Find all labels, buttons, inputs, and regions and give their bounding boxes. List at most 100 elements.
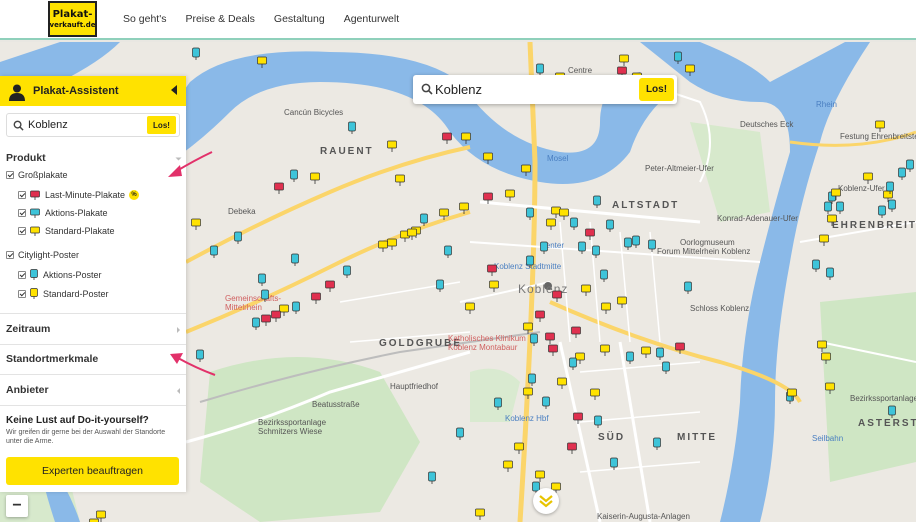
poster-pin[interactable] bbox=[271, 310, 281, 322]
nav-so-gehts[interactable]: So geht's bbox=[123, 13, 166, 25]
poster-pin[interactable] bbox=[530, 333, 538, 346]
checkbox-aktions-plakate[interactable] bbox=[18, 209, 26, 217]
poster-pin[interactable] bbox=[535, 310, 545, 322]
poster-pin[interactable] bbox=[626, 351, 634, 364]
poster-pin[interactable] bbox=[252, 317, 260, 330]
poster-pin[interactable] bbox=[619, 54, 629, 66]
poster-pin[interactable] bbox=[632, 235, 640, 248]
poster-pin[interactable] bbox=[552, 290, 562, 302]
filter-aktions-poster[interactable]: Aktions-Poster bbox=[18, 269, 102, 280]
poster-pin[interactable] bbox=[824, 201, 832, 214]
nav-gestaltung[interactable]: Gestaltung bbox=[274, 13, 325, 25]
poster-pin[interactable] bbox=[836, 201, 844, 214]
poster-pin[interactable] bbox=[407, 228, 417, 240]
poster-pin[interactable] bbox=[261, 314, 271, 326]
poster-pin[interactable] bbox=[528, 373, 536, 386]
poster-pin[interactable] bbox=[311, 292, 321, 304]
poster-pin[interactable] bbox=[442, 132, 452, 144]
poster-pin[interactable] bbox=[878, 205, 886, 218]
panel-search-button[interactable]: Los! bbox=[147, 116, 176, 134]
poster-pin[interactable] bbox=[234, 231, 242, 244]
poster-pin[interactable] bbox=[436, 279, 444, 292]
poster-pin[interactable] bbox=[656, 347, 664, 360]
poster-pin[interactable] bbox=[592, 245, 600, 258]
poster-pin[interactable] bbox=[548, 344, 558, 356]
poster-pin[interactable] bbox=[567, 442, 577, 454]
poster-pin[interactable] bbox=[674, 51, 682, 64]
poster-pin[interactable] bbox=[570, 217, 578, 230]
poster-pin[interactable] bbox=[191, 218, 201, 230]
poster-pin[interactable] bbox=[825, 382, 835, 394]
poster-pin[interactable] bbox=[590, 388, 600, 400]
poster-pin[interactable] bbox=[600, 269, 608, 282]
checkbox-aktions-poster[interactable] bbox=[18, 270, 26, 279]
poster-pin[interactable] bbox=[888, 405, 896, 418]
experten-beauftragen-button[interactable]: Experten beauftragen bbox=[6, 457, 179, 485]
poster-pin[interactable] bbox=[675, 342, 685, 354]
poster-pin[interactable] bbox=[489, 280, 499, 292]
nav-preise-deals[interactable]: Preise & Deals bbox=[185, 13, 254, 25]
poster-pin[interactable] bbox=[571, 326, 581, 338]
poster-pin[interactable] bbox=[875, 120, 885, 132]
poster-pin[interactable] bbox=[395, 174, 405, 186]
poster-pin[interactable] bbox=[439, 208, 449, 220]
poster-pin[interactable] bbox=[545, 332, 555, 344]
poster-pin[interactable] bbox=[546, 218, 556, 230]
filter-grossplakate[interactable]: Großplakate bbox=[6, 170, 68, 180]
poster-pin[interactable] bbox=[192, 47, 200, 60]
collapse-panel-icon[interactable] bbox=[171, 85, 177, 95]
plakat-verkauft-logo[interactable]: Plakat- verkauft.de bbox=[48, 1, 97, 37]
checkbox-standard-plakate[interactable] bbox=[18, 227, 26, 235]
poster-pin[interactable] bbox=[569, 357, 577, 370]
scroll-down-button[interactable] bbox=[533, 488, 559, 514]
poster-pin[interactable] bbox=[459, 202, 469, 214]
poster-pin[interactable] bbox=[557, 377, 567, 389]
poster-pin[interactable] bbox=[503, 460, 513, 472]
poster-pin[interactable] bbox=[863, 172, 873, 184]
poster-pin[interactable] bbox=[526, 207, 534, 220]
poster-pin[interactable] bbox=[812, 259, 820, 272]
filter-last-minute-plakate[interactable]: Last-Minute-Plakate % bbox=[18, 190, 140, 200]
poster-pin[interactable] bbox=[257, 56, 267, 68]
poster-pin[interactable] bbox=[617, 296, 627, 308]
poster-pin[interactable] bbox=[461, 132, 471, 144]
poster-pin[interactable] bbox=[210, 245, 218, 258]
poster-pin[interactable] bbox=[653, 437, 661, 450]
poster-pin[interactable] bbox=[821, 352, 831, 364]
section-standortmerkmale[interactable]: Standortmerkmale bbox=[6, 353, 98, 365]
panel-search-input[interactable]: Koblenz bbox=[28, 119, 68, 131]
poster-pin[interactable] bbox=[542, 396, 550, 409]
poster-pin[interactable] bbox=[420, 213, 428, 226]
poster-pin[interactable] bbox=[593, 195, 601, 208]
poster-pin[interactable] bbox=[258, 273, 266, 286]
poster-pin[interactable] bbox=[483, 192, 493, 204]
poster-pin[interactable] bbox=[456, 427, 464, 440]
poster-pin[interactable] bbox=[888, 199, 896, 212]
poster-pin[interactable] bbox=[310, 172, 320, 184]
poster-pin[interactable] bbox=[475, 508, 485, 520]
poster-pin[interactable] bbox=[594, 415, 602, 428]
poster-pin[interactable] bbox=[826, 267, 834, 280]
poster-pin[interactable] bbox=[483, 152, 493, 164]
poster-pin[interactable] bbox=[573, 412, 583, 424]
zoom-out-button[interactable]: − bbox=[6, 495, 28, 517]
checkbox-last-minute[interactable] bbox=[18, 191, 26, 199]
poster-pin[interactable] bbox=[465, 302, 475, 314]
poster-pin[interactable] bbox=[274, 182, 284, 194]
poster-pin[interactable] bbox=[526, 255, 534, 268]
chevron-right-icon[interactable] bbox=[177, 327, 180, 333]
filter-aktions-plakate[interactable]: Aktions-Plakate bbox=[18, 208, 108, 218]
poster-pin[interactable] bbox=[819, 234, 829, 246]
poster-pin[interactable] bbox=[610, 457, 618, 470]
poster-pin[interactable] bbox=[601, 302, 611, 314]
poster-pin[interactable] bbox=[428, 471, 436, 484]
poster-pin[interactable] bbox=[343, 265, 351, 278]
poster-pin[interactable] bbox=[292, 301, 300, 314]
poster-pin[interactable] bbox=[906, 159, 914, 172]
map-search-input[interactable]: Koblenz bbox=[435, 82, 482, 97]
poster-pin[interactable] bbox=[521, 164, 531, 176]
poster-pin[interactable] bbox=[624, 237, 632, 250]
poster-pin[interactable] bbox=[378, 240, 388, 252]
poster-pin[interactable] bbox=[444, 245, 452, 258]
poster-pin[interactable] bbox=[261, 289, 269, 302]
